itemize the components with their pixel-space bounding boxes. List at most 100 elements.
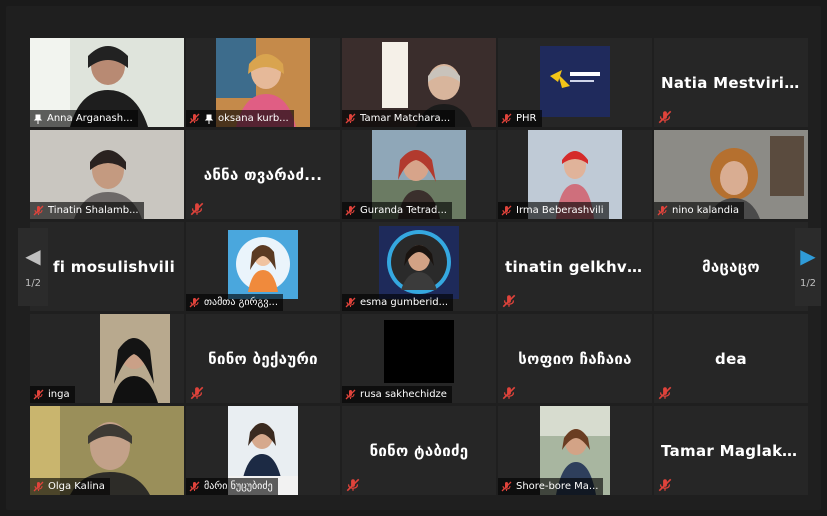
participant-tile[interactable]: Olga Kalina <box>30 406 184 495</box>
participant-tile[interactable]: მაცაცო <box>654 222 808 311</box>
muted-microphone-icon <box>502 294 516 308</box>
participant-name: თამთა გირგვ... <box>204 297 278 308</box>
participant-grid: Anna Arganash... oksana kurb... Tamar Ma… <box>30 38 808 502</box>
participant-tile[interactable]: inga <box>30 314 184 403</box>
participant-label: PHR <box>498 110 542 127</box>
participant-label: Tamar Matchara... <box>342 110 456 127</box>
pin-icon <box>33 114 43 124</box>
participant-name: nino kalandia <box>672 205 739 216</box>
participant-name: მაცაცო <box>702 257 760 276</box>
phr-logo <box>540 46 610 117</box>
muted-microphone-icon <box>657 205 668 216</box>
participant-name: სოფიო ჩაჩაია <box>518 349 632 368</box>
muted-microphone-icon <box>346 478 360 492</box>
participant-video <box>100 314 170 403</box>
participant-tile[interactable]: tinatin gelkhvii... <box>498 222 652 311</box>
participant-name: მარი ნუცუბიძე <box>204 481 273 492</box>
participant-tile[interactable]: nino kalandia <box>654 130 808 219</box>
muted-microphone-icon <box>33 389 44 400</box>
participant-name: fi mosulishvili <box>52 257 176 276</box>
next-page-button[interactable]: ▶ 1/2 <box>795 228 821 306</box>
page-indicator: 1/2 <box>24 277 42 289</box>
participant-name: rusa sakhechidze <box>360 389 447 400</box>
previous-page-button[interactable]: ◀ 1/2 <box>18 228 48 306</box>
muted-microphone-icon <box>189 481 200 492</box>
muted-microphone-icon <box>190 202 204 216</box>
participant-tile[interactable]: rusa sakhechidze <box>342 314 496 403</box>
participant-name: Natia Mestviris... <box>661 73 801 92</box>
participant-label: Irma Beberashvili <box>498 202 609 219</box>
participant-tile[interactable]: Irma Beberashvili <box>498 130 652 219</box>
participant-name: tinatin gelkhvii... <box>505 257 645 276</box>
participant-tile[interactable]: Shore-bore Ma... <box>498 406 652 495</box>
participant-tile[interactable]: Guranda Tetrad... <box>342 130 496 219</box>
chevron-right-icon: ▶ <box>800 243 816 268</box>
participant-tile[interactable]: Natia Mestviris... <box>654 38 808 127</box>
muted-microphone-icon <box>501 113 512 124</box>
muted-microphone-icon <box>501 205 512 216</box>
participant-tile[interactable]: ნინო ბექაური <box>186 314 340 403</box>
participant-label: თამთა გირგვ... <box>186 294 283 311</box>
participant-label: Olga Kalina <box>30 478 110 495</box>
participant-name: oksana kurb... <box>218 113 289 124</box>
muted-microphone-icon <box>658 386 672 400</box>
participant-name: inga <box>48 389 70 400</box>
participant-tile[interactable]: Tamar Maglakel... <box>654 406 808 495</box>
participant-label: nino kalandia <box>654 202 744 219</box>
participant-name: Tamar Matchara... <box>360 113 451 124</box>
muted-microphone-icon <box>33 205 44 216</box>
gallery-view: Anna Arganash... oksana kurb... Tamar Ma… <box>6 6 821 510</box>
participant-label: inga <box>30 386 75 403</box>
participant-tile[interactable]: esma gumberid... <box>342 222 496 311</box>
participant-tile[interactable]: Tinatin Shalamb... <box>30 130 184 219</box>
participant-name: Olga Kalina <box>48 481 105 492</box>
participant-avatar <box>228 230 298 299</box>
participant-name: ნინო ბექაური <box>208 349 318 368</box>
participant-name: Tamar Maglakel... <box>661 441 801 460</box>
muted-microphone-icon <box>189 113 200 124</box>
participant-name: Tinatin Shalamb... <box>48 205 139 216</box>
participant-tile[interactable]: სოფიო ჩაჩაია <box>498 314 652 403</box>
participant-label: oksana kurb... <box>186 110 294 127</box>
muted-microphone-icon <box>501 481 512 492</box>
participant-name: dea <box>715 349 747 368</box>
muted-microphone-icon <box>658 110 672 124</box>
muted-microphone-icon <box>502 386 516 400</box>
participant-name: ანნა თვარაძ... <box>203 165 323 184</box>
participant-name: Irma Beberashvili <box>516 205 604 216</box>
chevron-left-icon: ◀ <box>25 243 41 268</box>
participant-tile[interactable]: PHR <box>498 38 652 127</box>
participant-tile[interactable]: oksana kurb... <box>186 38 340 127</box>
muted-microphone-icon <box>345 113 356 124</box>
participant-tile[interactable]: ანნა თვარაძ... <box>186 130 340 219</box>
participant-name: ნინო ტაბიძე <box>369 441 469 460</box>
participant-label: Shore-bore Ma... <box>498 478 604 495</box>
muted-microphone-icon <box>658 478 672 492</box>
muted-microphone-icon <box>190 386 204 400</box>
participant-tile[interactable]: fi mosulishvili <box>30 222 184 311</box>
participant-label: esma gumberid... <box>342 294 454 311</box>
muted-microphone-icon <box>345 389 356 400</box>
muted-microphone-icon <box>33 481 44 492</box>
participant-name: PHR <box>516 113 537 124</box>
participant-name: Guranda Tetrad... <box>360 205 447 216</box>
participant-tile[interactable]: Anna Arganash... <box>30 38 184 127</box>
participant-label: მარი ნუცუბიძე <box>186 478 278 495</box>
muted-microphone-icon <box>345 205 356 216</box>
muted-microphone-icon <box>189 297 200 308</box>
participant-label: Tinatin Shalamb... <box>30 202 144 219</box>
participant-video-off <box>384 320 454 383</box>
pin-icon <box>204 114 214 124</box>
participant-tile[interactable]: მარი ნუცუბიძე <box>186 406 340 495</box>
participant-tile[interactable]: Tamar Matchara... <box>342 38 496 127</box>
participant-name: esma gumberid... <box>360 297 449 308</box>
participant-tile[interactable]: ნინო ტაბიძე <box>342 406 496 495</box>
participant-avatar <box>379 226 459 299</box>
participant-label: rusa sakhechidze <box>342 386 452 403</box>
participant-label: Anna Arganash... <box>30 110 138 127</box>
participant-name: Shore-bore Ma... <box>516 481 599 492</box>
participant-tile[interactable]: dea <box>654 314 808 403</box>
participant-tile[interactable]: თამთა გირგვ... <box>186 222 340 311</box>
participant-label: Guranda Tetrad... <box>342 202 452 219</box>
muted-microphone-icon <box>345 297 356 308</box>
